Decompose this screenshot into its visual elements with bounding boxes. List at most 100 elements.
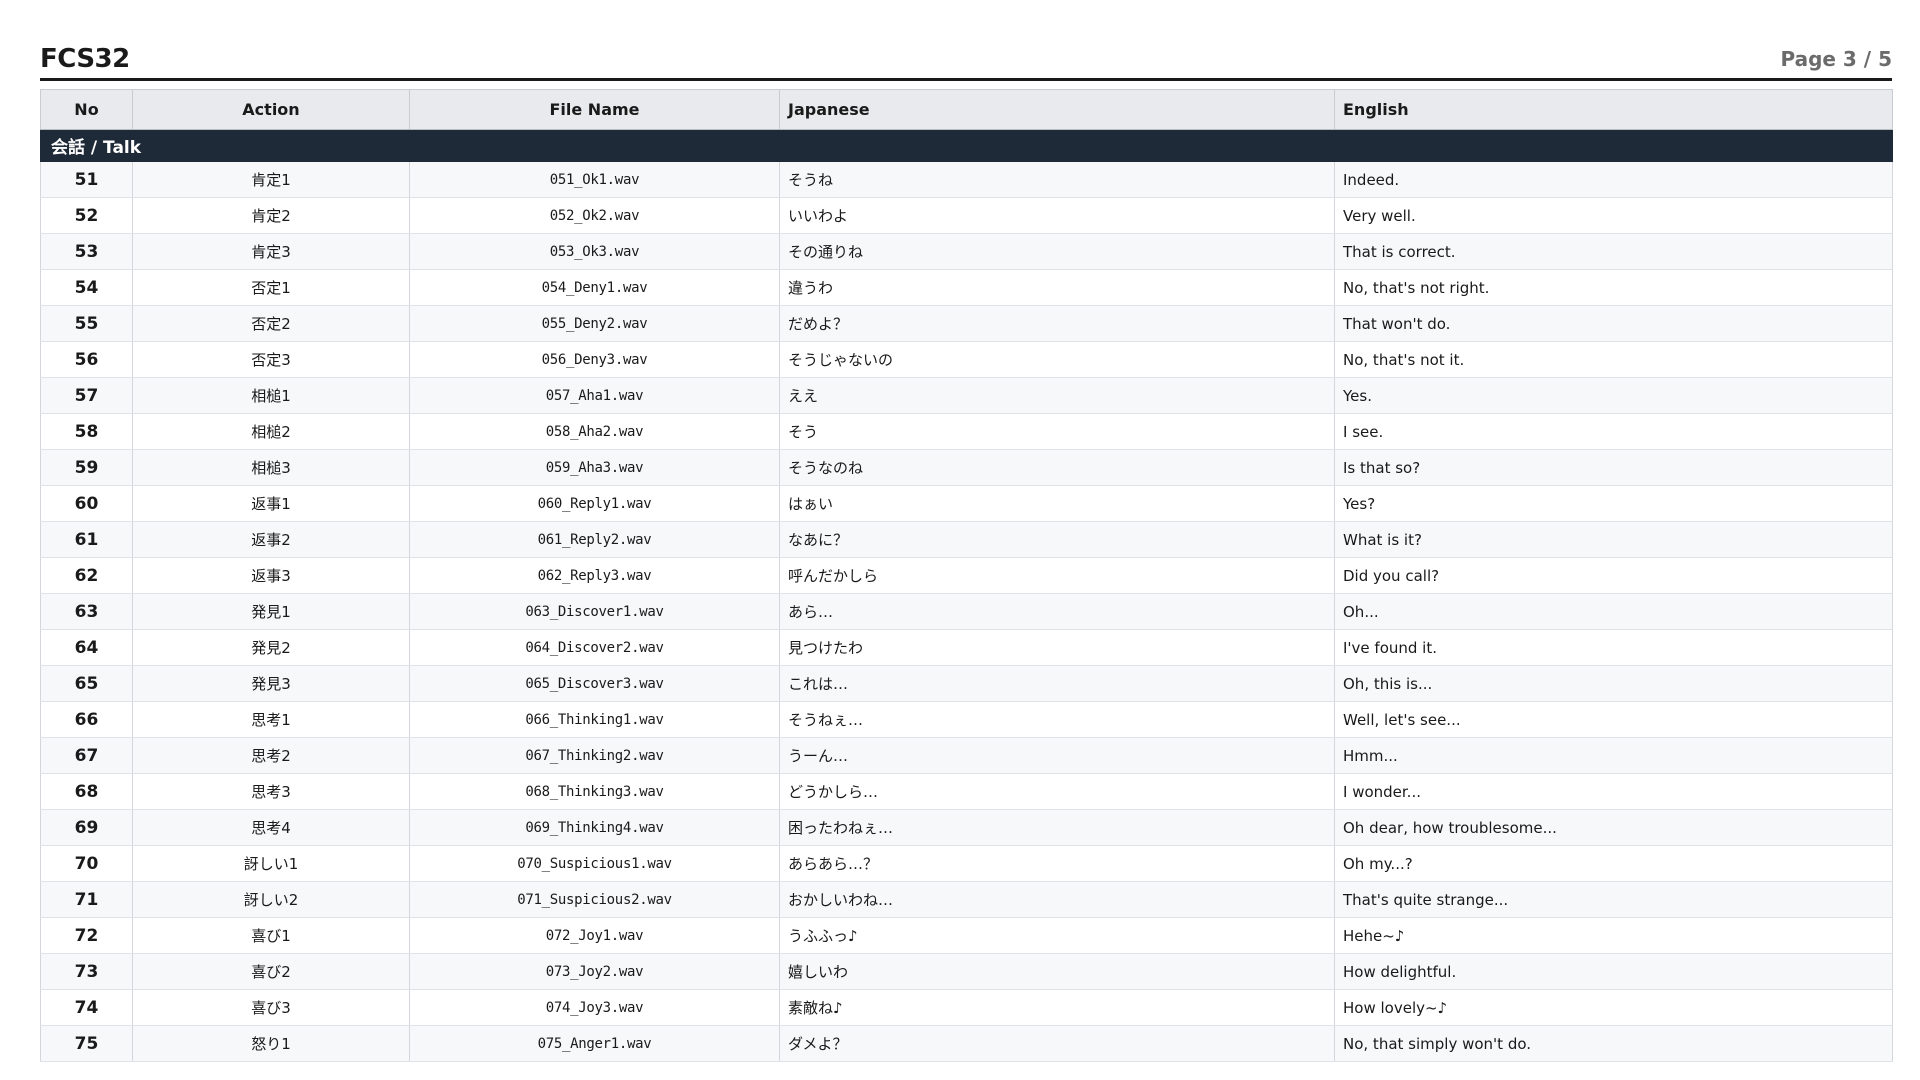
cell-japanese: 見つけたわ [779,629,1335,666]
cell-no: 66 [40,701,133,738]
cell-english: How delightful. [1334,953,1893,990]
cell-japanese: ええ [779,377,1335,414]
cell-no: 62 [40,557,133,594]
cell-english: Oh... [1334,593,1893,630]
table-row: 56 否定3 056_Deny3.wav そうじゃないの No, that's not … [40,341,1893,378]
cell-no: 61 [40,521,133,558]
cell-japanese: だめよ？ [779,305,1335,342]
cell-action: 訝しい2 [132,881,410,918]
cell-no: 59 [40,449,133,486]
cell-file-name: 061_Reply2.wav [409,521,780,558]
cell-english: That is correct. [1334,233,1893,270]
cell-action: 発見1 [132,593,410,630]
cell-action: 発見2 [132,629,410,666]
cell-no: 58 [40,413,133,450]
table-row: 61 返事2 061_Reply2.wav なあに？ What is it? [40,521,1893,558]
cell-japanese: うふふっ♪ [779,917,1335,954]
cell-no: 51 [40,161,133,198]
cell-no: 64 [40,629,133,666]
cell-english: Yes? [1334,485,1893,522]
cell-file-name: 065_Discover3.wav [409,665,780,702]
table-row: 74 喜び3 074_Joy3.wav 素敵ね♪ How lovely~♪ [40,989,1893,1026]
cell-no: 68 [40,773,133,810]
cell-english: Oh my...? [1334,845,1893,882]
table-row: 63 発見1 063_Discover1.wav あら… Oh... [40,593,1893,630]
table-row: 73 喜び2 073_Joy2.wav 嬉しいわ How delightful. [40,953,1893,990]
cell-english: That won't do. [1334,305,1893,342]
cell-action: 返事2 [132,521,410,558]
cell-english: Did you call? [1334,557,1893,594]
table-row: 70 訝しい1 070_Suspicious1.wav あらあら…？ Oh my...? [40,845,1893,882]
cell-english: No, that's not it. [1334,341,1893,378]
cell-file-name: 052_Ok2.wav [409,197,780,234]
page-number: Page 3 / 5 [1780,47,1892,71]
cell-action: 怒り1 [132,1025,410,1062]
cell-japanese: あらあら…？ [779,845,1335,882]
cell-action: 発見3 [132,665,410,702]
cell-action: 肯定3 [132,233,410,270]
cell-action: 肯定1 [132,161,410,198]
cell-file-name: 071_Suspicious2.wav [409,881,780,918]
table-row: 68 思考3 068_Thinking3.wav どうかしら… I wonder... [40,773,1893,810]
cell-japanese: 違うわ [779,269,1335,306]
cell-no: 52 [40,197,133,234]
cell-no: 55 [40,305,133,342]
cell-file-name: 055_Deny2.wav [409,305,780,342]
cell-japanese: はぁい [779,485,1335,522]
cell-file-name: 073_Joy2.wav [409,953,780,990]
cell-file-name: 075_Anger1.wav [409,1025,780,1062]
cell-no: 73 [40,953,133,990]
document-title: FCS32 [40,44,130,74]
column-header-japanese: Japanese [779,89,1335,130]
cell-english: Well, let's see... [1334,701,1893,738]
cell-action: 喜び2 [132,953,410,990]
cell-file-name: 059_Aha3.wav [409,449,780,486]
cell-action: 思考4 [132,809,410,846]
cell-no: 67 [40,737,133,774]
cell-no: 69 [40,809,133,846]
cell-japanese: おかしいわね… [779,881,1335,918]
cell-japanese: あら… [779,593,1335,630]
table-row: 54 否定1 054_Deny1.wav 違うわ No, that's not righ… [40,269,1893,306]
cell-japanese: そうね [779,161,1335,198]
cell-action: 否定2 [132,305,410,342]
table-row: 51 肯定1 051_Ok1.wav そうね Indeed. [40,161,1893,198]
cell-file-name: 060_Reply1.wav [409,485,780,522]
cell-japanese: そうねぇ… [779,701,1335,738]
cell-japanese: 困ったわねぇ… [779,809,1335,846]
cell-no: 71 [40,881,133,918]
cell-english: I wonder... [1334,773,1893,810]
cell-file-name: 070_Suspicious1.wav [409,845,780,882]
cell-file-name: 067_Thinking2.wav [409,737,780,774]
cell-no: 60 [40,485,133,522]
cell-action: 思考1 [132,701,410,738]
table-row: 60 返事1 060_Reply1.wav はぁい Yes? [40,485,1893,522]
cell-file-name: 063_Discover1.wav [409,593,780,630]
cell-english: Very well. [1334,197,1893,234]
table-row: 59 相槌3 059_Aha3.wav そうなのね Is that so? [40,449,1893,486]
cell-file-name: 058_Aha2.wav [409,413,780,450]
cell-file-name: 057_Aha1.wav [409,377,780,414]
cell-japanese: そう [779,413,1335,450]
table-row: 69 思考4 069_Thinking4.wav 困ったわねぇ… Oh dear, ho… [40,809,1893,846]
cell-action: 喜び1 [132,917,410,954]
cell-action: 訝しい1 [132,845,410,882]
cell-file-name: 051_Ok1.wav [409,161,780,198]
table-row: 66 思考1 066_Thinking1.wav そうねぇ… Well, let's s… [40,701,1893,738]
cell-action: 否定1 [132,269,410,306]
cell-english: What is it? [1334,521,1893,558]
cell-english: That's quite strange... [1334,881,1893,918]
cell-english: Is that so? [1334,449,1893,486]
cell-english: No, that's not right. [1334,269,1893,306]
cell-action: 思考3 [132,773,410,810]
cell-action: 返事3 [132,557,410,594]
table-row: 67 思考2 067_Thinking2.wav うーん… Hmm... [40,737,1893,774]
table-row: 62 返事3 062_Reply3.wav 呼んだかしら Did you call? [40,557,1893,594]
column-header-action: Action [132,89,410,130]
cell-action: 返事1 [132,485,410,522]
table-row: 65 発見3 065_Discover3.wav これは… Oh, this is... [40,665,1893,702]
cell-japanese: いいわよ [779,197,1335,234]
voice-file-table: No Action File Name Japanese English 会話 … [40,89,1893,1062]
cell-no: 54 [40,269,133,306]
cell-action: 相槌2 [132,413,410,450]
